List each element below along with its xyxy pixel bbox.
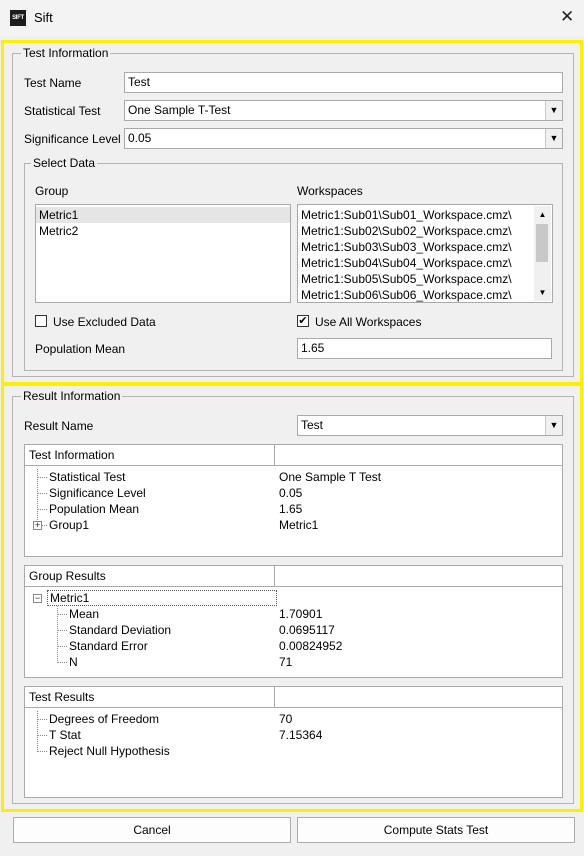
tree-row-label: Standard Deviation: [69, 623, 172, 637]
compute-stats-test-button[interactable]: Compute Stats Test: [297, 817, 575, 843]
collapse-icon[interactable]: −: [33, 594, 42, 603]
tree-line: [37, 719, 47, 720]
group-results-tree[interactable]: Group Results − Metric1 Mean 1.70901 Sta…: [24, 565, 563, 678]
test-information-tree[interactable]: Test Information Statistical Test One Sa…: [24, 444, 563, 557]
result-information-legend: Result Information: [21, 389, 123, 403]
tree-line: [37, 477, 47, 478]
result-name-select[interactable]: Test ▼: [297, 415, 563, 436]
statistical-test-select[interactable]: One Sample T-Test ▼: [124, 100, 563, 121]
chevron-down-icon[interactable]: ▼: [545, 101, 562, 120]
tree-line: [57, 614, 67, 615]
tree-row-label[interactable]: Metric1: [47, 590, 277, 606]
tree-line: [37, 751, 47, 752]
tree-line: [57, 646, 67, 647]
statistical-test-value: One Sample T-Test: [128, 103, 231, 117]
tree-row-value: 70: [279, 712, 293, 726]
checkmark-icon: ✔: [298, 315, 308, 327]
list-item[interactable]: Metric1:Sub05\Sub05_Workspace.cmz\: [298, 271, 552, 287]
workspaces-label: Workspaces: [297, 184, 363, 198]
tree-row-value: One Sample T Test: [279, 470, 382, 484]
tree-row-value: 0.05: [279, 486, 303, 500]
population-mean-input[interactable]: 1.65: [297, 338, 552, 359]
tree-row-label: Mean: [69, 607, 100, 621]
select-data-legend: Select Data: [31, 156, 98, 170]
workspaces-listbox[interactable]: Metric1:Sub01\Sub01_Workspace.cmz\ Metri…: [297, 204, 553, 303]
cancel-button[interactable]: Cancel: [13, 817, 291, 843]
app-icon: SIFT: [10, 10, 26, 26]
tree-header: Group Results: [25, 566, 275, 587]
tree-line: [42, 525, 47, 526]
list-item[interactable]: Metric2: [36, 223, 290, 239]
tree-line: [37, 509, 47, 510]
tree-row-label: Statistical Test: [49, 470, 126, 484]
tree-line: [37, 493, 47, 494]
list-item[interactable]: Metric1:Sub04\Sub04_Workspace.cmz\: [298, 255, 552, 271]
tree-header: Test Information: [25, 445, 275, 466]
use-all-workspaces-label: Use All Workspaces: [315, 315, 422, 329]
expand-icon[interactable]: +: [33, 521, 42, 530]
list-item[interactable]: Metric1:Sub02\Sub02_Workspace.cmz\: [298, 223, 552, 239]
significance-level-select[interactable]: 0.05 ▼: [124, 128, 563, 149]
tree-row-value: 0.00824952: [279, 639, 343, 653]
chevron-down-icon[interactable]: ▼: [545, 129, 562, 148]
test-name-label: Test Name: [24, 76, 82, 90]
chevron-down-icon[interactable]: ▼: [545, 416, 562, 435]
significance-level-value: 0.05: [128, 131, 152, 145]
population-mean-label: Population Mean: [35, 342, 126, 356]
tree-row-label[interactable]: Group1: [49, 517, 89, 533]
significance-level-label: Significance Level: [24, 132, 121, 146]
tree-row-value: 7.15364: [279, 728, 323, 742]
tree-line: [37, 735, 47, 736]
list-item[interactable]: Metric1:Sub06\Sub06_Workspace.cmz\: [298, 287, 552, 302]
use-all-workspaces-checkbox[interactable]: ✔: [297, 315, 309, 327]
scroll-up-icon[interactable]: ▲: [534, 206, 551, 223]
result-name-value: Test: [301, 418, 324, 432]
tree-header-value: [275, 445, 562, 466]
window-title: Sift: [34, 10, 53, 25]
statistical-test-label: Statistical Test: [24, 104, 101, 118]
tree-row-label: Standard Error: [69, 639, 148, 653]
tree-header: Test Results: [25, 687, 275, 708]
test-information-legend: Test Information: [21, 46, 111, 60]
tree-row-label: Population Mean: [49, 502, 140, 516]
group-label: Group: [35, 184, 69, 198]
tree-line: [57, 630, 67, 631]
tree-row-value: Metric1: [279, 518, 319, 532]
title-bar: [0, 0, 584, 36]
tree-row-value: 0.0695117: [279, 623, 335, 637]
list-item[interactable]: Metric1:Sub01\Sub01_Workspace.cmz\: [298, 207, 552, 223]
tree-row-label: Reject Null Hypothesis: [49, 744, 170, 758]
group-listbox[interactable]: Metric1 Metric2: [35, 204, 291, 303]
scroll-down-icon[interactable]: ▼: [534, 284, 551, 301]
list-item[interactable]: Metric1:Sub03\Sub03_Workspace.cmz\: [298, 239, 552, 255]
tree-line: [37, 711, 38, 752]
tree-row-label: Degrees of Freedom: [49, 712, 160, 726]
test-results-tree[interactable]: Test Results Degrees of Freedom 70 T Sta…: [24, 686, 563, 798]
close-icon[interactable]: ✕: [560, 7, 574, 27]
tree-header-value: [275, 687, 562, 708]
tree-row-value: 1.70901: [279, 607, 323, 621]
tree-line: [57, 662, 67, 663]
result-name-label: Result Name: [24, 419, 94, 433]
tree-row-label: Significance Level: [49, 486, 146, 500]
tree-row-label: T Stat: [49, 728, 81, 742]
tree-row-value: 1.65: [279, 502, 303, 516]
tree-row-label: N: [69, 655, 78, 669]
use-excluded-data-checkbox[interactable]: [35, 315, 47, 327]
workspaces-scrollbar[interactable]: ▲ ▼: [534, 206, 551, 301]
use-excluded-data-label: Use Excluded Data: [53, 315, 156, 329]
tree-row-value: 71: [279, 655, 293, 669]
scroll-thumb[interactable]: [536, 224, 548, 262]
tree-header-value: [275, 566, 562, 587]
test-name-input[interactable]: Test: [124, 72, 563, 93]
list-item[interactable]: Metric1: [36, 207, 290, 223]
